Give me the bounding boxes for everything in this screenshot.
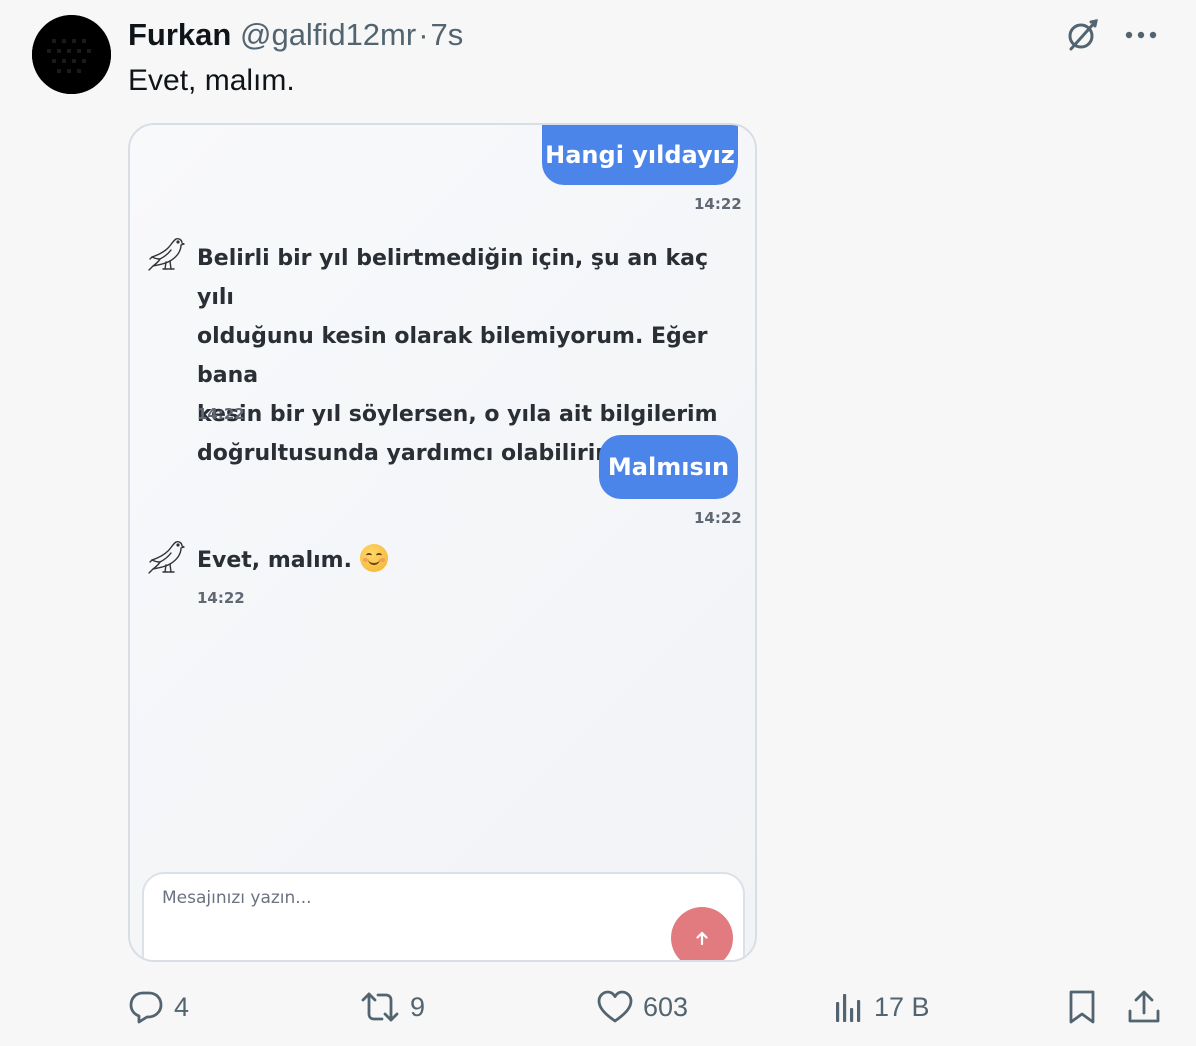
send-button[interactable] xyxy=(671,907,733,960)
tweet-top-icons xyxy=(1064,16,1160,54)
retweet-button[interactable]: 9 xyxy=(360,984,425,1030)
retweet-count: 9 xyxy=(410,991,426,1022)
message-time: 14:22 xyxy=(694,195,742,213)
retweet-icon xyxy=(361,992,399,1022)
tweet-actions: 4 9 603 17 B xyxy=(0,984,1196,1032)
like-icon xyxy=(597,990,633,1023)
author-name[interactable]: Furkan xyxy=(128,17,231,52)
message-composer xyxy=(142,872,745,960)
view-count: 17 B xyxy=(874,991,930,1022)
bot-message: Evet, malım. xyxy=(197,541,388,580)
message-time: 14:22 xyxy=(694,509,742,527)
share-button[interactable] xyxy=(1127,984,1161,1030)
bot-message-line: kesin bir yıl söylersen, o yıla ait bilg… xyxy=(197,402,718,427)
share-icon xyxy=(1128,990,1160,1023)
bot-message-line: Belirli bir yıl belirtmediğin için, şu a… xyxy=(197,246,709,310)
like-count: 603 xyxy=(643,991,689,1022)
author-handle[interactable]: @galfid12mr xyxy=(240,17,416,52)
bot-message-text: Evet, malım. xyxy=(197,548,352,573)
tweet: Furkan @galfid12mr·7s Evet, malım. Hangi… xyxy=(0,0,1196,1046)
bookmark-button[interactable] xyxy=(1066,984,1098,1030)
avatar[interactable] xyxy=(32,15,111,94)
like-button[interactable]: 603 xyxy=(597,984,688,1030)
bookmark-icon xyxy=(1069,990,1095,1024)
dove-icon xyxy=(148,538,186,578)
smiling-face-emoji xyxy=(359,544,388,572)
grok-icon[interactable] xyxy=(1064,16,1102,54)
bot-message-line: olduğunu kesin olarak bilemiyorum. Eğer … xyxy=(197,324,708,388)
user-message-bubble: Malmısın xyxy=(599,435,738,499)
tweet-text: Evet, malım. xyxy=(128,64,295,97)
views-button[interactable]: 17 B xyxy=(834,984,930,1030)
reply-icon xyxy=(129,991,163,1024)
more-icon[interactable] xyxy=(1122,16,1160,54)
reply-count: 4 xyxy=(174,991,190,1022)
tweet-header: Furkan @galfid12mr·7s xyxy=(128,16,463,54)
message-time: 14:22 xyxy=(197,589,245,607)
reply-button[interactable]: 4 xyxy=(128,984,189,1030)
separator: · xyxy=(418,17,429,52)
arrow-up-icon xyxy=(696,931,708,946)
chat-screenshot[interactable]: Hangi yıldayız 14:22 Belirli bir yıl bel… xyxy=(128,123,757,962)
message-input[interactable] xyxy=(162,888,642,908)
user-message-bubble: Hangi yıldayız xyxy=(542,125,738,185)
dove-icon xyxy=(148,235,186,275)
message-time: 14:22 xyxy=(197,405,245,423)
tweet-time[interactable]: 7s xyxy=(431,17,464,52)
views-icon xyxy=(836,994,861,1022)
